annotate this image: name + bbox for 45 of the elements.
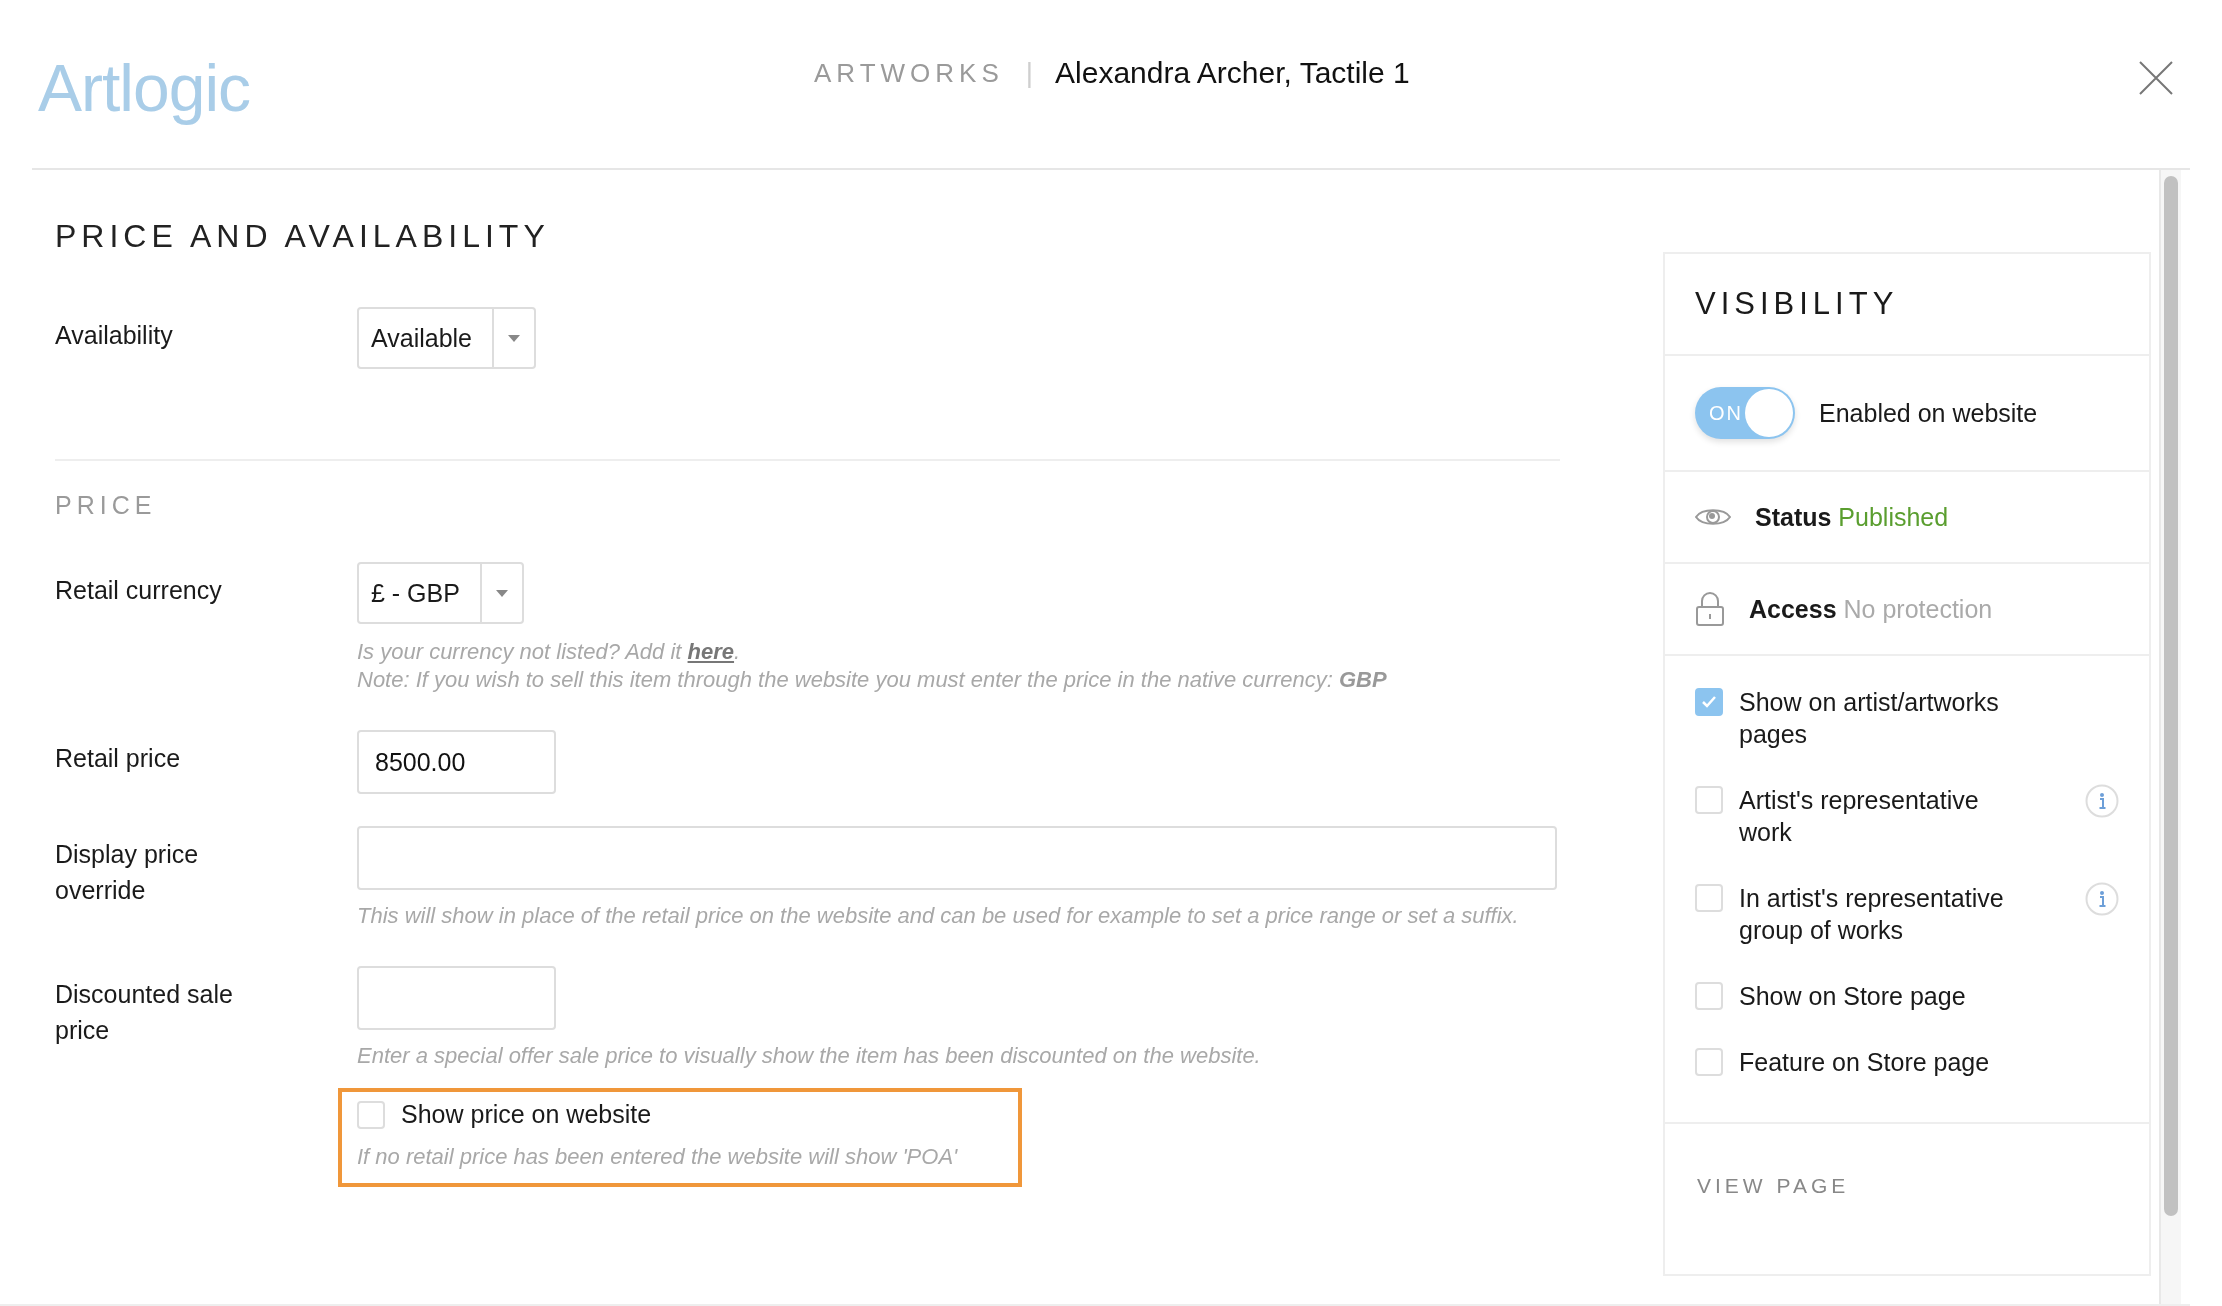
checkbox-label[interactable]: Show on artist/artworks pages [1739,686,2029,750]
view-page-link[interactable]: VIEW PAGE [1697,1174,2117,1198]
help-text: Enter a special offer sale price to visually show the item has been discounted on the website. [357,1042,1262,1070]
checkbox-label[interactable]: Artist's representative work [1739,784,2029,848]
display-price-field[interactable] [357,826,1557,890]
access-label: Access No protection [1749,594,1993,624]
help-text: . [734,639,741,664]
field-label: Discounted sale price [55,979,234,1046]
add-currency-link[interactable]: here [687,639,735,664]
checkbox-label[interactable]: Feature on Store page [1739,1046,2029,1078]
checkbox[interactable] [1695,688,1723,716]
breadcrumb-separator: | [1025,57,1034,89]
toggle-label: Enabled on website [1819,398,2038,428]
checkbox[interactable] [1695,982,1723,1010]
panel-title: VISIBILITY [1665,254,2149,356]
checkbox-label[interactable]: Show on Store page [1739,980,2029,1012]
info-icon[interactable] [2085,784,2119,818]
subsection-title: PRICE [55,491,158,520]
checkbox[interactable] [1695,1048,1723,1076]
help-text: Is your currency not listed? Add it [357,639,683,664]
check-icon [1701,695,1717,709]
field-label: Retail price [55,743,182,774]
checkbox[interactable] [357,1100,385,1129]
checkbox-label[interactable]: In artist's representative group of works [1739,882,2029,946]
caret-icon [495,589,508,597]
field-label: Availability [55,320,174,351]
status-label: Status Published [1755,502,1949,532]
field-label: Display price override [55,839,200,906]
close-icon[interactable] [2138,60,2174,96]
retail-price-field[interactable]: 8500.00 [357,730,556,794]
window-title: Alexandra Archer, Tactile 1 [1055,56,1410,90]
help-text: If no retail price has been entered the website will show 'POA' [357,1143,959,1171]
help-text: Note: If you wish to sell this item through the website you must enter the price in the native currency: GBP [357,666,1388,694]
checkbox[interactable] [1695,786,1723,814]
help-text: This will show in place of the retail price on the website and can be used for example to set a price range or set a suffix. [357,902,1520,930]
info-icon[interactable] [2085,882,2119,916]
currency-select[interactable]: £ - GBP [357,562,524,624]
caret-icon [508,334,520,342]
checkbox[interactable] [1695,884,1723,912]
lock-icon [1695,592,1725,626]
checkbox-label[interactable]: Show price on website [401,1100,652,1129]
field-label: Retail currency [55,575,223,606]
sale-price-field[interactable] [357,966,556,1030]
availability-select[interactable]: Available [357,307,536,369]
section-title: PRICE AND AVAILABILITY [55,218,551,255]
